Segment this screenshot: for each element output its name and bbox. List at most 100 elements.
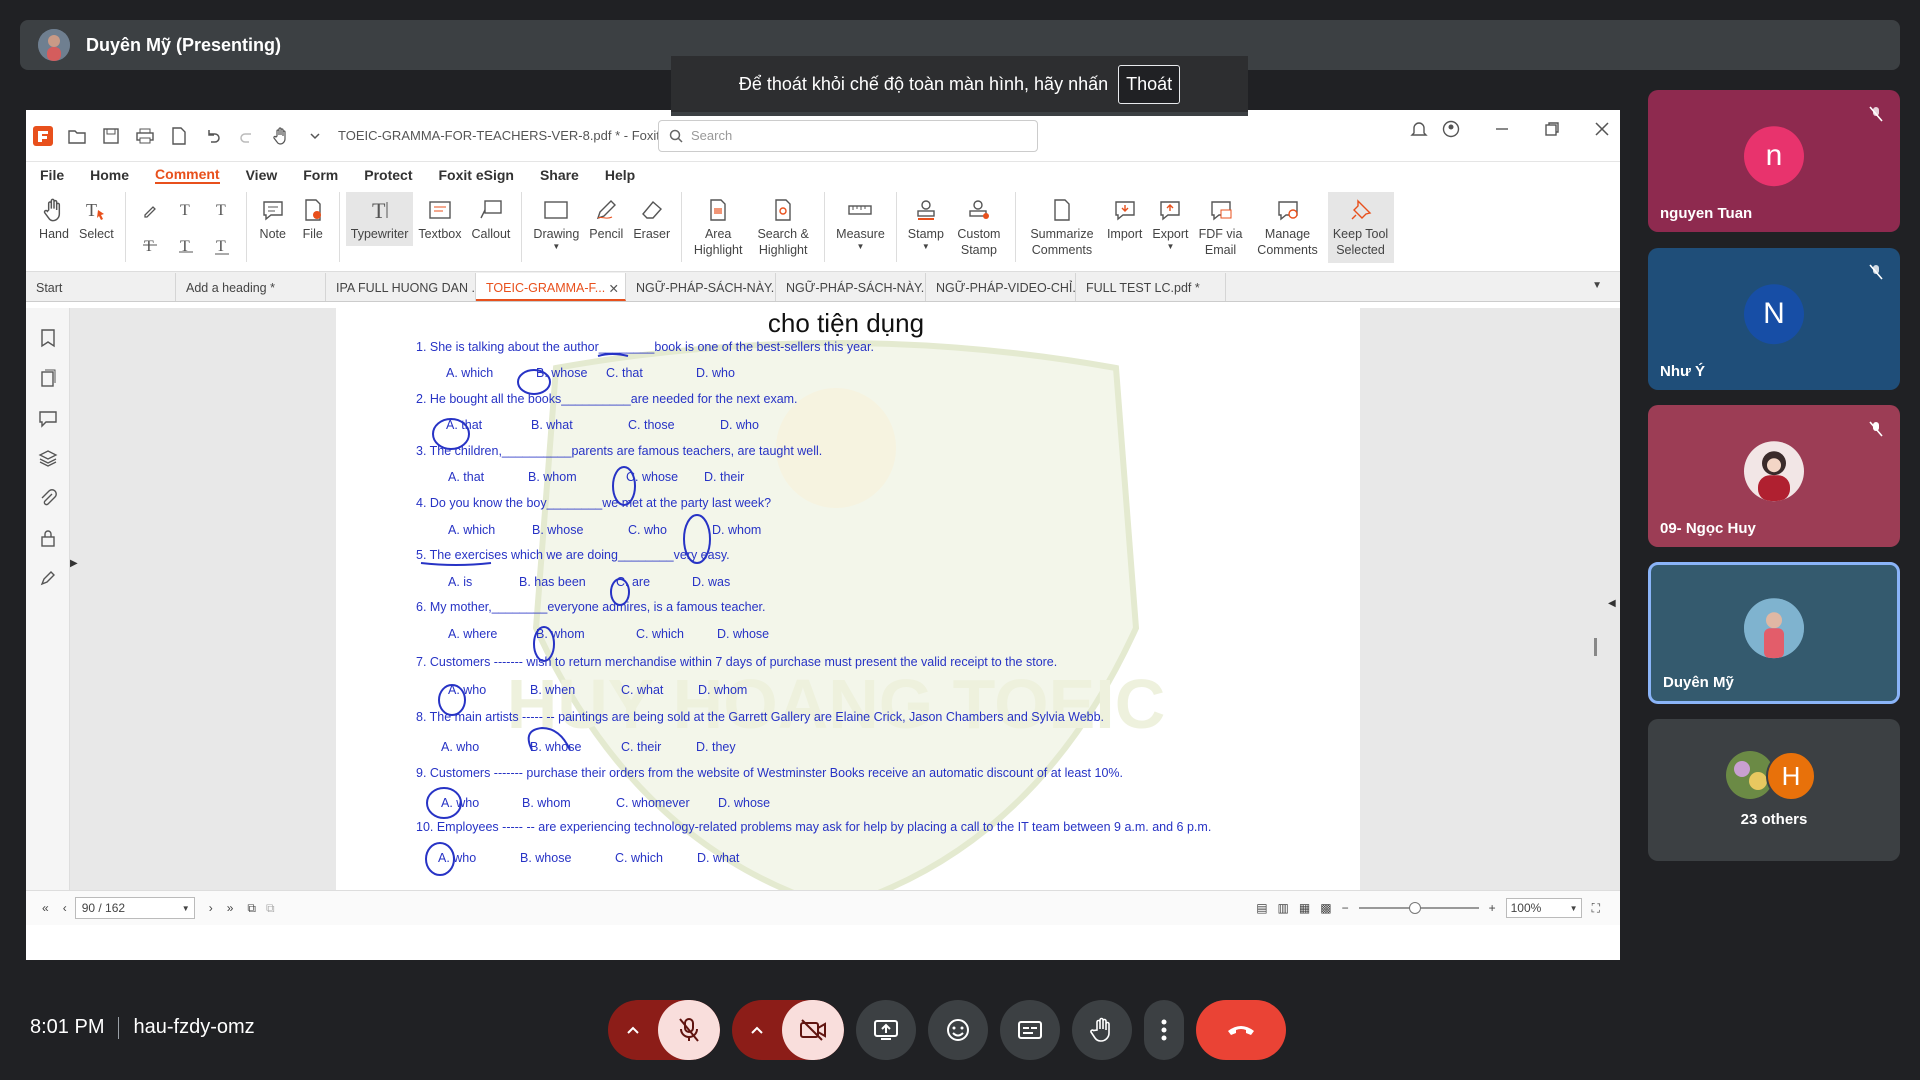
panel-expand-icon[interactable]: ▶	[70, 558, 78, 569]
others-tile[interactable]: H 23 others	[1648, 719, 1900, 861]
page-number-input[interactable]: 90 / 162 ▼	[74, 897, 195, 919]
search-highlight-button[interactable]: Search & Highlight	[748, 192, 818, 263]
pages-icon[interactable]	[39, 368, 57, 388]
underline-text-icon[interactable]: T	[177, 201, 195, 219]
participant-tile[interactable]: N Như Ý	[1648, 248, 1900, 390]
more-options-button[interactable]	[1144, 1000, 1184, 1060]
tab-close-icon[interactable]: ✕	[609, 281, 619, 296]
typewriter-button[interactable]: T Typewriter	[345, 192, 414, 247]
import-button[interactable]: Import	[1102, 192, 1147, 246]
measure-button[interactable]: Measure ▼	[831, 192, 890, 257]
single-page-view-icon[interactable]: ▤	[1256, 901, 1267, 915]
attachments-icon[interactable]	[38, 488, 58, 508]
exit-fullscreen-button[interactable]: Thoát	[1118, 64, 1181, 104]
microphone-toggle-button[interactable]	[658, 1000, 720, 1060]
note-button[interactable]: Note	[253, 192, 293, 246]
zoom-level-select[interactable]: 100% ▼	[1505, 898, 1582, 918]
zoom-slider[interactable]	[1358, 902, 1479, 914]
video-options-button[interactable]	[732, 1000, 782, 1060]
first-page-icon[interactable]: «	[42, 901, 49, 915]
new-doc-icon[interactable]	[162, 121, 196, 151]
insert-text-icon[interactable]: T	[213, 237, 231, 255]
security-lock-icon[interactable]	[39, 528, 57, 548]
menu-file[interactable]: File	[40, 167, 64, 183]
menu-view[interactable]: View	[246, 167, 278, 183]
hand-tool-icon[interactable]	[264, 121, 298, 151]
area-highlight-button[interactable]: Area Highlight	[688, 192, 748, 263]
captions-button[interactable]	[1000, 1000, 1060, 1060]
stamp-button[interactable]: Stamp ▼	[903, 192, 949, 257]
leave-call-button[interactable]	[1196, 1000, 1286, 1060]
menu-comment[interactable]: Comment	[155, 166, 220, 184]
print-icon[interactable]	[128, 121, 162, 151]
manage-comments-button[interactable]: Manage Comments	[1248, 192, 1328, 263]
participant-tile-active-speaker[interactable]: Duyên Mỹ	[1648, 562, 1900, 704]
tab-list-icon[interactable]: ▼	[1592, 280, 1602, 291]
redo-icon[interactable]	[230, 121, 264, 151]
cover-view-icon[interactable]: ▩	[1320, 901, 1331, 915]
bookmark-icon[interactable]	[39, 328, 57, 348]
signature-icon[interactable]	[38, 568, 58, 588]
zoom-out-icon[interactable]: −	[1342, 901, 1349, 915]
menu-form[interactable]: Form	[303, 167, 338, 183]
highlight-icon[interactable]	[141, 201, 159, 219]
close-icon[interactable]	[1594, 121, 1610, 137]
tab-add-heading[interactable]: Add a heading *	[176, 273, 326, 301]
reactions-button[interactable]	[928, 1000, 988, 1060]
tab-start[interactable]: Start	[26, 273, 176, 301]
minimize-icon[interactable]	[1494, 121, 1510, 137]
fdf-email-button[interactable]: FDF via Email	[1194, 192, 1248, 263]
drawing-button[interactable]: Drawing ▼	[528, 192, 584, 257]
tab-ngu-phap-video[interactable]: NGỮ-PHÁP-VIDEO-CHỈ...	[926, 273, 1076, 301]
pencil-button[interactable]: Pencil	[584, 192, 628, 246]
callout-button[interactable]: Callout	[467, 192, 516, 246]
undo-icon[interactable]	[196, 121, 230, 151]
strikeout-text-icon[interactable]: T	[141, 237, 159, 255]
dropdown-chevron-icon[interactable]	[298, 121, 332, 151]
comments-panel-icon[interactable]	[38, 408, 58, 428]
select-button[interactable]: T Select	[74, 192, 119, 246]
save-icon[interactable]	[94, 121, 128, 151]
tab-full-test[interactable]: FULL TEST LC.pdf *	[1076, 273, 1226, 301]
open-folder-icon[interactable]	[60, 121, 94, 151]
keep-tool-selected-button[interactable]: Keep Tool Selected	[1327, 192, 1394, 263]
copy-page-icon[interactable]: ⧉	[247, 901, 256, 916]
prev-page-icon[interactable]: ‹	[63, 901, 67, 915]
hand-button[interactable]: Hand	[34, 192, 74, 246]
tab-ipa-full[interactable]: IPA FULL HUONG DAN ...	[326, 273, 476, 301]
camera-toggle-button[interactable]	[782, 1000, 844, 1060]
file-attach-button[interactable]: File	[293, 192, 333, 246]
account-icon[interactable]	[1442, 120, 1460, 138]
squiggly-text-icon[interactable]: T	[213, 201, 231, 219]
scroll-indicator[interactable]	[1594, 638, 1597, 656]
menu-protect[interactable]: Protect	[364, 167, 412, 183]
paste-page-icon[interactable]: ⧉	[266, 901, 275, 916]
zoom-slider-thumb[interactable]	[1408, 902, 1421, 914]
restore-icon[interactable]	[1544, 121, 1560, 137]
summarize-comments-button[interactable]: Summarize Comments	[1022, 192, 1102, 263]
textbox-button[interactable]: Textbox	[413, 192, 466, 246]
menu-share[interactable]: Share	[540, 167, 579, 183]
next-page-icon[interactable]: ›	[209, 901, 213, 915]
bell-icon[interactable]	[1410, 120, 1428, 138]
menu-home[interactable]: Home	[90, 167, 129, 183]
export-button[interactable]: Export ▼	[1147, 192, 1193, 257]
tab-ngu-phap-2[interactable]: NGỮ-PHÁP-SÁCH-NÀY...	[776, 273, 926, 301]
fullscreen-icon[interactable]: ⛶	[1592, 901, 1600, 916]
replace-text-icon[interactable]: T	[177, 237, 195, 255]
menu-help[interactable]: Help	[605, 167, 635, 183]
tab-toeic-gramma[interactable]: TOEIC-GRAMMA-F... ✕	[476, 273, 626, 301]
zoom-in-icon[interactable]: +	[1489, 901, 1496, 915]
present-screen-button[interactable]	[856, 1000, 916, 1060]
tab-ngu-phap-1[interactable]: NGỮ-PHÁP-SÁCH-NÀY...	[626, 273, 776, 301]
eraser-button[interactable]: Eraser	[628, 192, 675, 246]
participant-tile[interactable]: n nguyen Tuan	[1648, 90, 1900, 232]
raise-hand-button[interactable]	[1072, 1000, 1132, 1060]
continuous-view-icon[interactable]: ▥	[1278, 901, 1289, 915]
audio-options-button[interactable]	[608, 1000, 658, 1060]
search-input[interactable]: Search	[658, 119, 1038, 152]
custom-stamp-button[interactable]: Custom Stamp	[949, 192, 1009, 263]
layers-icon[interactable]	[38, 448, 58, 468]
participant-tile[interactable]: 09- Ngọc Huy	[1648, 405, 1900, 547]
collapse-right-panel-icon[interactable]: ◀	[1608, 598, 1616, 609]
